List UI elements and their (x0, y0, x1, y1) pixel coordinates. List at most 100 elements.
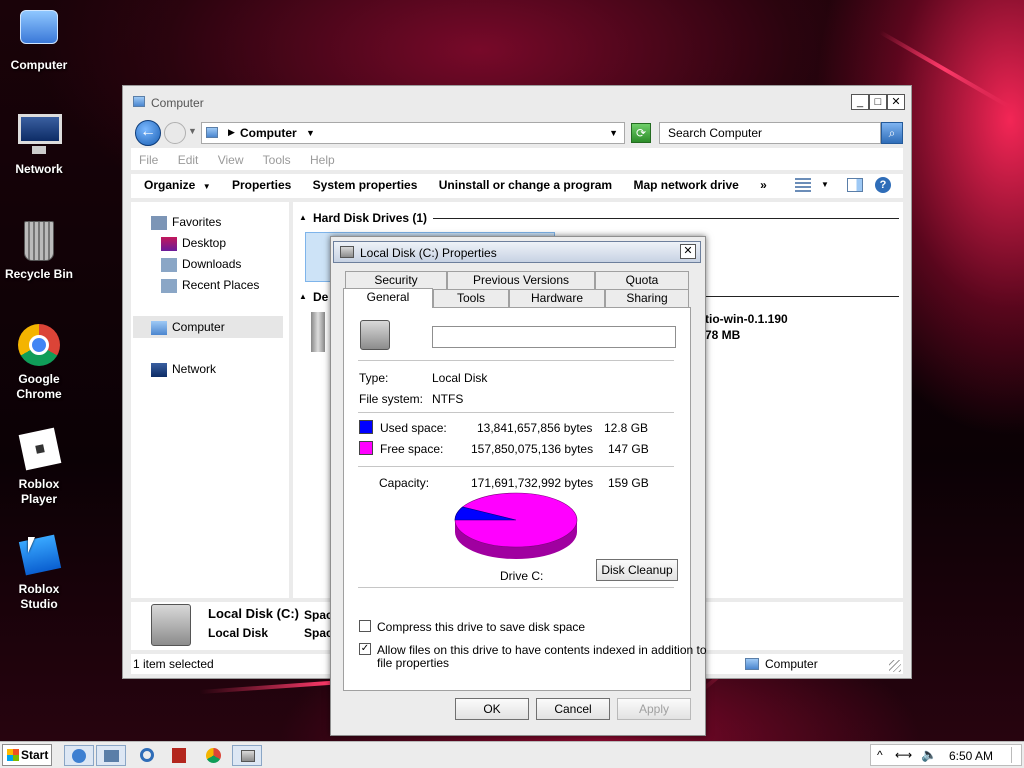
nav-computer[interactable]: Computer (151, 319, 225, 337)
menu-help[interactable]: Help (310, 153, 335, 167)
desktop-icon-recycle-bin[interactable]: Recycle Bin (0, 217, 78, 282)
chevron-down-icon[interactable]: ▼ (306, 128, 315, 138)
computer-small-icon (745, 658, 759, 670)
collapse-icon[interactable]: ▲ (299, 292, 307, 301)
used-space-gb: 12.8 GB (604, 421, 649, 435)
index-checkbox[interactable]: ✓ (359, 643, 371, 655)
disk-cleanup-button[interactable]: Disk Cleanup (596, 559, 678, 581)
more-commands-button[interactable]: » (760, 178, 767, 192)
tab-quota[interactable]: Quota (595, 271, 689, 289)
tab-hardware[interactable]: Hardware (509, 289, 605, 307)
search-input[interactable]: Search Computer (659, 122, 881, 144)
menu-edit[interactable]: Edit (178, 153, 199, 167)
taskbar-app-icon[interactable] (164, 745, 194, 766)
cancel-button[interactable]: Cancel (536, 698, 610, 720)
device-item-name[interactable]: tio-win-0.1.190 (705, 312, 788, 326)
system-properties-button[interactable]: System properties (313, 178, 418, 192)
menu-tools[interactable]: Tools (263, 153, 291, 167)
group-header-devices[interactable]: De (313, 290, 328, 304)
tray-expand-icon[interactable]: ^ (877, 748, 883, 762)
resize-grip-icon[interactable] (889, 660, 901, 672)
tab-general[interactable]: General (343, 288, 433, 308)
drive-icon (311, 312, 325, 352)
type-value: Local Disk (432, 371, 488, 385)
status-selection-count: 1 item selected (133, 657, 214, 671)
address-bar[interactable]: ▶ Computer ▼ ▼ (201, 122, 625, 144)
maximize-button[interactable]: □ (869, 94, 887, 110)
apply-button[interactable]: Apply (617, 698, 691, 720)
taskbar-ie-icon[interactable] (64, 745, 94, 766)
file-system-label: File system: (359, 392, 424, 406)
network-monitor-icon (16, 112, 62, 158)
volume-label-input[interactable] (432, 326, 676, 348)
desktop-icon-network[interactable]: Network (0, 112, 78, 177)
refresh-icon[interactable]: ⟳ (631, 123, 651, 143)
view-options-icon[interactable] (795, 178, 811, 192)
help-icon[interactable]: ? (875, 177, 891, 193)
organize-button[interactable]: Organize ▼ (144, 178, 211, 192)
preview-pane-icon[interactable] (847, 178, 863, 192)
capacity-label: Capacity: (379, 476, 430, 490)
compress-label[interactable]: Compress this drive to save disk space (377, 620, 585, 634)
breadcrumb-computer[interactable]: Computer (240, 126, 297, 140)
search-icon[interactable]: ⌕ (881, 122, 903, 144)
tab-security[interactable]: Security (345, 271, 447, 289)
taskbar-search-icon[interactable] (132, 745, 162, 766)
explorer-titlebar[interactable]: Computer _ □ ✕ (123, 86, 911, 122)
tab-tools[interactable]: Tools (433, 289, 509, 307)
divider (358, 466, 674, 467)
hard-drive-small-icon (241, 750, 255, 762)
nav-network[interactable]: Network (151, 361, 216, 379)
dialog-close-button[interactable]: ✕ (680, 244, 696, 259)
desktop-icon-label: Network (15, 162, 63, 176)
nav-desktop[interactable]: Desktop (161, 235, 226, 253)
magnifier-icon (140, 748, 154, 762)
details-name: Local Disk (C:) (208, 606, 300, 621)
taskbar-properties-icon[interactable] (232, 745, 262, 766)
ok-button[interactable]: OK (455, 698, 529, 720)
start-button[interactable]: Start (2, 744, 52, 766)
nav-recent-places[interactable]: Recent Places (161, 277, 259, 295)
organize-label: Organize (144, 178, 196, 192)
desktop-icon-google-chrome[interactable]: Google Chrome (0, 322, 78, 402)
dialog-titlebar[interactable]: Local Disk (C:) Properties ✕ (333, 241, 701, 263)
navigation-pane: Favorites Desktop Downloads Recent Place… (131, 202, 289, 598)
recent-places-icon (161, 278, 177, 293)
desktop-icon-label: Computer (10, 58, 68, 72)
type-label: Type: (359, 371, 389, 385)
nav-downloads[interactable]: Downloads (161, 256, 241, 274)
menu-file[interactable]: File (139, 153, 158, 167)
compress-checkbox[interactable] (359, 620, 371, 632)
chevron-down-icon[interactable]: ▼ (821, 180, 829, 189)
tab-sharing[interactable]: Sharing (605, 289, 689, 307)
index-label-line2[interactable]: file properties (377, 656, 449, 670)
back-button[interactable]: ← (135, 120, 161, 146)
mouse-cursor-icon (28, 537, 42, 553)
tab-previous-versions[interactable]: Previous Versions (447, 271, 595, 289)
collapse-icon[interactable]: ▲ (299, 213, 307, 222)
uninstall-program-button[interactable]: Uninstall or change a program (439, 178, 612, 192)
clock[interactable]: 6:50 AM (949, 749, 993, 763)
desktop-icon-roblox-player[interactable]: Roblox Player (0, 427, 78, 507)
index-label-line1[interactable]: Allow files on this drive to have conten… (377, 643, 707, 657)
chrome-icon (206, 748, 221, 763)
nav-label: Computer (172, 320, 225, 334)
map-network-drive-button[interactable]: Map network drive (633, 178, 738, 192)
show-desktop-button[interactable] (1011, 747, 1019, 763)
nav-favorites[interactable]: Favorites (151, 214, 221, 232)
menu-view[interactable]: View (218, 153, 244, 167)
taskbar-explorer-icon[interactable] (96, 745, 126, 766)
address-dropdown-icon[interactable]: ▼ (609, 128, 618, 138)
taskbar-chrome-icon[interactable] (198, 745, 228, 766)
volume-muted-icon[interactable]: 🔈 (921, 747, 937, 763)
menu-bar: File Edit View Tools Help (131, 148, 903, 170)
group-header-hard-disk[interactable]: Hard Disk Drives (1) (313, 211, 427, 225)
minimize-button[interactable]: _ (851, 94, 869, 110)
desktop-icon-computer[interactable]: Computer (0, 8, 78, 73)
forward-button[interactable] (164, 122, 186, 144)
breadcrumb-separator-icon[interactable]: ▶ (228, 127, 235, 138)
properties-button[interactable]: Properties (232, 178, 291, 192)
close-button[interactable]: ✕ (887, 94, 905, 110)
chevron-down-icon[interactable]: ▼ (188, 126, 197, 136)
network-tray-icon[interactable]: ⟷ (895, 748, 912, 762)
